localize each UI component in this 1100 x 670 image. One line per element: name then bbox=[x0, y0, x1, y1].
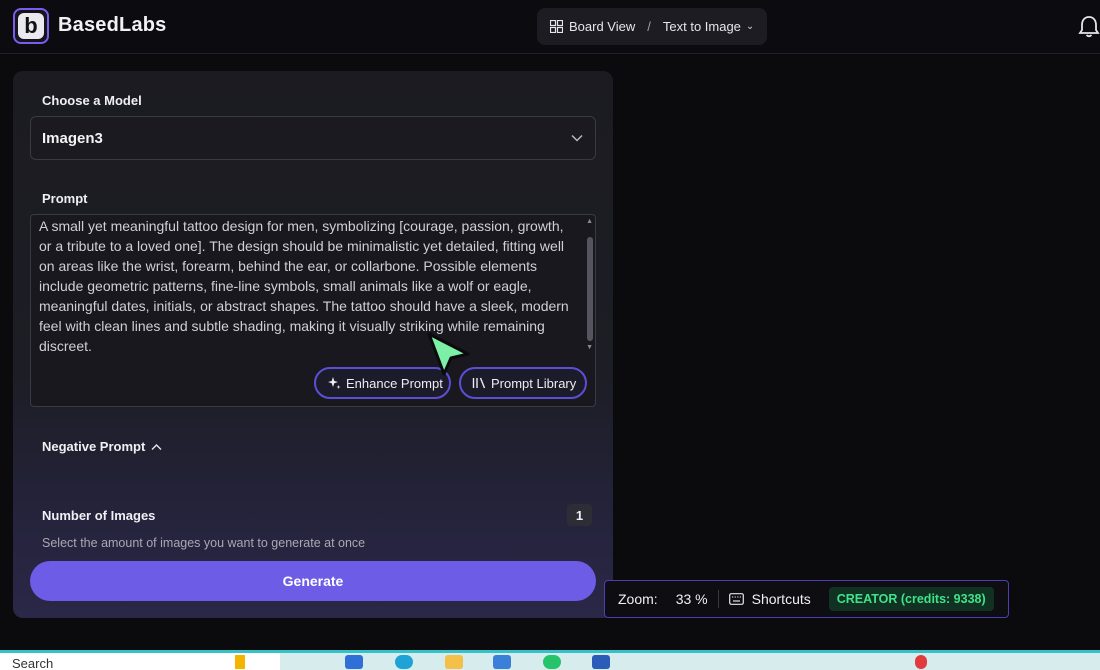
logo-letter: b bbox=[18, 13, 44, 39]
negative-prompt-label: Negative Prompt bbox=[42, 439, 146, 454]
prompt-label: Prompt bbox=[42, 191, 88, 206]
number-of-images-label: Number of Images bbox=[42, 508, 156, 523]
browser-icon[interactable] bbox=[395, 655, 413, 669]
brand-name[interactable]: BasedLabs bbox=[58, 14, 167, 37]
os-taskbar: Search bbox=[0, 650, 1100, 670]
zoom-value[interactable]: 33 % bbox=[676, 591, 708, 607]
number-of-images-hint: Select the amount of images you want to … bbox=[42, 536, 366, 550]
keyboard-icon bbox=[728, 593, 744, 605]
generation-panel: Choose a Model Imagen3 Prompt A small ye… bbox=[13, 71, 613, 618]
breadcrumb-board-view[interactable]: Board View bbox=[569, 19, 635, 34]
shortcuts-button[interactable]: Shortcuts bbox=[752, 591, 811, 607]
model-value: Imagen3 bbox=[42, 130, 103, 147]
top-header: b BasedLabs Board View / Text to Image ⌄ bbox=[0, 0, 1100, 54]
zoom-label: Zoom: bbox=[618, 591, 658, 607]
prompt-library-label: Prompt Library bbox=[491, 375, 577, 391]
chevron-down-icon bbox=[571, 134, 583, 142]
board-grid-icon bbox=[550, 20, 563, 33]
store-icon[interactable] bbox=[493, 655, 511, 669]
model-label: Choose a Model bbox=[42, 93, 142, 108]
sparkle-icon bbox=[328, 377, 341, 389]
basedlabs-logo[interactable]: b bbox=[13, 8, 49, 44]
notification-bell-icon[interactable] bbox=[1078, 14, 1100, 38]
breadcrumb-separator: / bbox=[647, 19, 651, 34]
scroll-down-icon[interactable]: ▼ bbox=[586, 344, 593, 351]
prompt-scrollbar[interactable] bbox=[587, 237, 593, 341]
prompt-library-button[interactable]: Prompt Library bbox=[459, 367, 587, 399]
scroll-up-icon[interactable]: ▲ bbox=[586, 218, 593, 225]
breadcrumb-text-to-image[interactable]: Text to Image bbox=[663, 19, 741, 34]
prompt-text[interactable]: A small yet meaningful tattoo design for… bbox=[39, 216, 579, 356]
library-icon bbox=[472, 377, 486, 389]
whatsapp-icon[interactable] bbox=[543, 655, 561, 669]
negative-prompt-toggle[interactable]: Negative Prompt bbox=[42, 439, 162, 454]
generate-button[interactable]: Generate bbox=[30, 561, 596, 601]
warning-icon[interactable] bbox=[235, 655, 245, 669]
app-icon[interactable] bbox=[345, 655, 363, 669]
chevron-down-icon[interactable]: ⌄ bbox=[746, 21, 754, 32]
toolbar-divider bbox=[717, 590, 719, 608]
chevron-up-icon bbox=[151, 443, 162, 450]
plan-credits-badge[interactable]: CREATOR (credits: 9338) bbox=[828, 587, 994, 611]
number-of-images-value[interactable]: 1 bbox=[567, 504, 592, 526]
breadcrumb: Board View / Text to Image ⌄ bbox=[537, 8, 767, 45]
folder-icon[interactable] bbox=[445, 655, 463, 669]
mouse-cursor-icon bbox=[427, 332, 470, 376]
prompt-textarea[interactable]: A small yet meaningful tattoo design for… bbox=[30, 214, 596, 407]
notification-icon[interactable] bbox=[915, 655, 927, 669]
app-icon[interactable] bbox=[592, 655, 610, 669]
model-select[interactable]: Imagen3 bbox=[30, 116, 596, 160]
zoom-toolbar: Zoom: 33 % Shortcuts CREATOR (credits: 9… bbox=[604, 580, 1009, 618]
